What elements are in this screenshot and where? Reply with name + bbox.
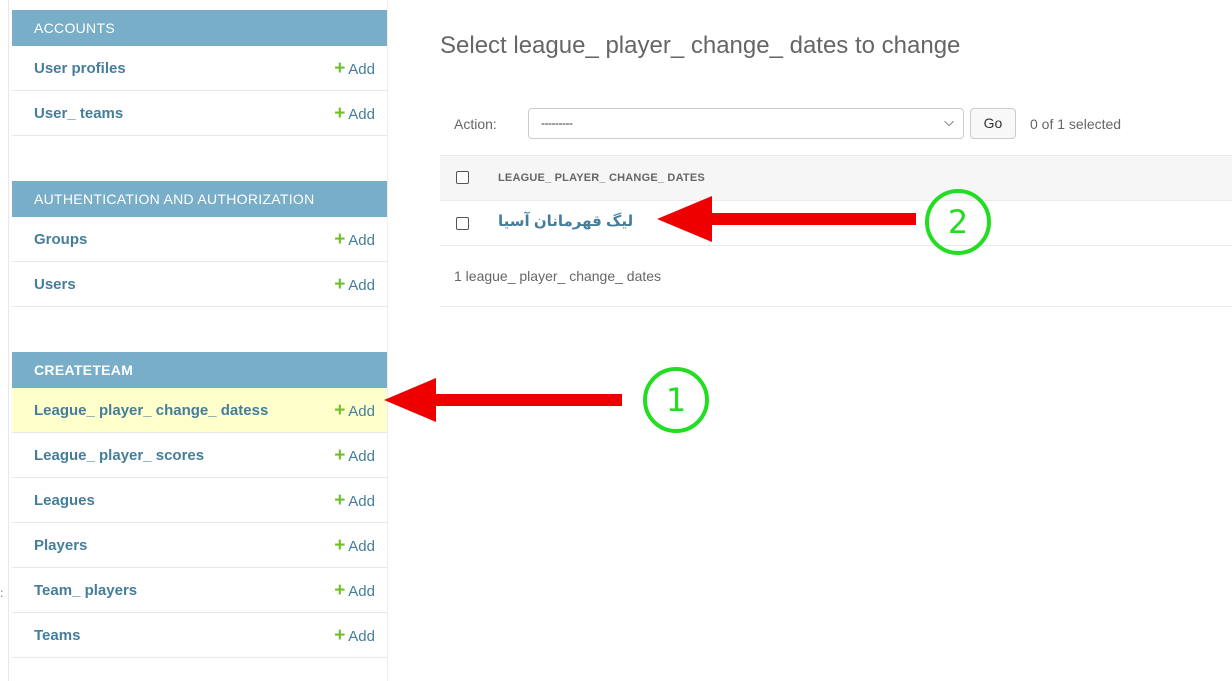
row-link[interactable]: لیگ قهرمانان آسیا [498,212,633,230]
plus-icon: + [334,58,346,79]
row-checkbox[interactable] [456,217,469,230]
sidebar-item-user-teams: User_ teams + Add [12,91,387,136]
module-authentication: AUTHENTICATION AND AUTHORIZATION Groups … [12,181,387,307]
add-label: Add [348,232,375,249]
sidebar-item-league-player-change-datess: League_ player_ change_ datess + Add [12,388,387,433]
plus-icon: + [334,274,346,295]
sidebar-item-groups: Groups + Add [12,217,387,262]
sidebar-item-user-profiles: User profiles + Add [12,46,387,91]
plus-icon: + [334,625,346,646]
admin-page: : ACCOUNTS User profiles + Add User_ team… [0,0,1232,681]
plus-icon: + [334,580,346,601]
add-label: Add [348,628,375,645]
sidebar-item-label[interactable]: Leagues [34,492,95,509]
action-select[interactable]: --------- ⌵ [528,108,964,139]
result-count: 1 league_ player_ change_ dates [454,268,662,284]
results-table: LEAGUE_ PLAYER_ CHANGE_ DATES لیگ قهرمان… [440,155,1232,246]
plus-icon: + [334,400,346,421]
action-label: Action: [454,116,497,132]
page-title: Select league_ player_ change_ dates to … [440,32,961,59]
module-caption[interactable]: ACCOUNTS [12,10,387,46]
add-label: Add [348,403,375,420]
add-team-link[interactable]: + Add [334,613,375,659]
add-label: Add [348,583,375,600]
add-league-player-score-link[interactable]: + Add [334,433,375,479]
table-row: لیگ قهرمانان آسیا [440,201,1232,246]
actions-bar: Action: --------- ⌵ Go 0 of 1 selected [440,104,1232,144]
add-league-player-change-dates-link[interactable]: + Add [334,388,375,434]
action-select-value: --------- [541,116,573,130]
sidebar-item-players: Players + Add [12,523,387,568]
module-accounts: ACCOUNTS User profiles + Add User_ teams … [12,10,387,136]
sidebar-divider [387,0,388,681]
add-label: Add [348,493,375,510]
sidebar-item-users: Users + Add [12,262,387,307]
sidebar-item-label[interactable]: Team_ players [34,582,137,599]
sidebar-item-team-players: Team_ players + Add [12,568,387,613]
chevron-down-icon: ⌵ [944,114,954,129]
add-team-player-link[interactable]: + Add [334,568,375,614]
sidebar-item-leagues: Leagues + Add [12,478,387,523]
module-caption[interactable]: CREATETEAM [12,352,387,388]
table-header: LEAGUE_ PLAYER_ CHANGE_ DATES [440,155,1232,201]
select-all-checkbox[interactable] [456,171,469,184]
annotation-number-1: 1 [665,381,687,419]
plus-icon: + [334,103,346,124]
plus-icon: + [334,490,346,511]
add-user-link[interactable]: + Add [334,262,375,308]
add-label: Add [348,277,375,294]
add-label: Add [348,106,375,123]
plus-icon: + [334,445,346,466]
annotation-number-2: 2 [947,203,969,241]
go-button[interactable]: Go [970,108,1016,139]
sidebar-item-label[interactable]: Groups [34,231,87,248]
plus-icon: + [334,229,346,250]
add-user-profile-link[interactable]: + Add [334,46,375,92]
sidebar-item-label[interactable]: Users [34,276,76,293]
module-caption[interactable]: AUTHENTICATION AND AUTHORIZATION [12,181,387,217]
module-createteam: CREATETEAM League_ player_ change_ dates… [12,352,387,658]
add-label: Add [348,61,375,78]
sidebar-edge [8,0,9,681]
sidebar-item-label[interactable]: League_ player_ scores [34,447,204,464]
column-header[interactable]: LEAGUE_ PLAYER_ CHANGE_ DATES [498,172,705,184]
sidebar-collapse-mark[interactable]: : [0,586,3,600]
sidebar-item-label[interactable]: Players [34,537,87,554]
add-user-team-link[interactable]: + Add [334,91,375,137]
sidebar-item-teams: Teams + Add [12,613,387,658]
annotation-arrow-1 [384,378,622,422]
sidebar-item-label[interactable]: User profiles [34,60,126,77]
sidebar-item-label[interactable]: League_ player_ change_ datess [34,402,268,419]
add-league-link[interactable]: + Add [334,478,375,524]
add-player-link[interactable]: + Add [334,523,375,569]
sidebar-item-league-player-scores: League_ player_ scores + Add [12,433,387,478]
sidebar-item-label[interactable]: Teams [34,627,80,644]
selection-counter: 0 of 1 selected [1030,116,1122,132]
add-label: Add [348,538,375,555]
paginator: 1 league_ player_ change_ dates [440,255,1232,307]
add-label: Add [348,448,375,465]
sidebar-item-label[interactable]: User_ teams [34,105,123,122]
plus-icon: + [334,535,346,556]
add-group-link[interactable]: + Add [334,217,375,263]
